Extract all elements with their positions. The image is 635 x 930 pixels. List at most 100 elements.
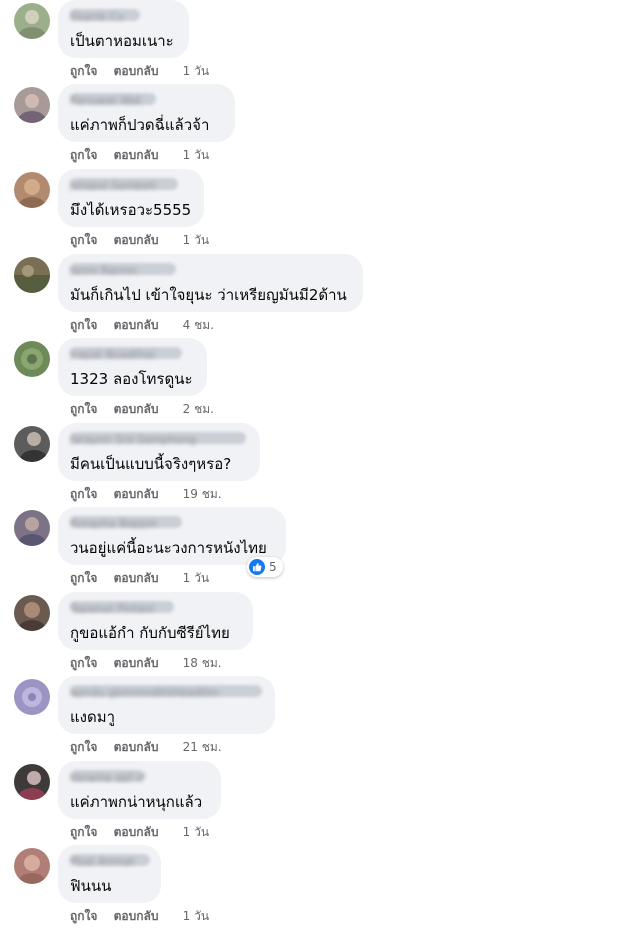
timestamp[interactable]: 4 ชม. bbox=[183, 316, 214, 334]
avatar[interactable] bbox=[14, 510, 50, 546]
avatar[interactable] bbox=[14, 426, 50, 462]
comment-actions: ถูกใจ ตอบกลับ 21 ชม. bbox=[70, 738, 222, 756]
comment-text: มึงได้เหรอวะ5555 bbox=[70, 201, 192, 219]
like-button[interactable]: ถูกใจ bbox=[70, 62, 97, 80]
comment-actions: ถูกใจ ตอบกลับ 1 วัน bbox=[70, 907, 209, 925]
avatar[interactable] bbox=[14, 87, 50, 123]
comment-text: กูขอแอ้กำ กับกับซีรีย์ไทย bbox=[70, 624, 230, 642]
avatar[interactable] bbox=[14, 848, 50, 884]
like-button[interactable]: ถูกใจ bbox=[70, 146, 97, 164]
comment-text: แค่ภาพกน่าหนุกแล้ว bbox=[70, 793, 203, 811]
comment-actions: ถูกใจ ตอบกลับ 1 วัน bbox=[70, 231, 209, 249]
comment-bubble: Janm Rarmn มันก็เกินไป เข้าใจยุนะ ว่าเหร… bbox=[58, 254, 363, 312]
timestamp[interactable]: 18 ชม. bbox=[183, 654, 222, 672]
comment-bubble: apndu gbmmndththbadthn แงดมาู bbox=[58, 676, 275, 734]
comment-item: Janm Rarmn มันก็เกินไป เข้าใจยุนะ ว่าเหร… bbox=[0, 254, 635, 338]
comment-text: 1323 ลองโทรดูนะ bbox=[70, 370, 193, 388]
timestamp[interactable]: 1 วัน bbox=[183, 907, 209, 925]
comment-text: เป็นตาหอมเนาะ bbox=[70, 32, 174, 50]
reply-button[interactable]: ตอบกลับ bbox=[114, 146, 159, 164]
timestamp[interactable]: 1 วัน bbox=[183, 146, 209, 164]
comment-bubble: Ekanik Cv เป็นตาหอมเนาะ bbox=[58, 0, 189, 58]
comment-text: มันก็เกินไป เข้าใจยุนะ ว่าเหรียญมันมี2ด้… bbox=[70, 286, 347, 304]
comment-item: Pbat Amnat ฟินนน ถูกใจ ตอบกลับ 1 วัน bbox=[0, 845, 635, 929]
timestamp[interactable]: 1 วัน bbox=[183, 62, 209, 80]
author-name-text: Panuwat Wat bbox=[70, 94, 142, 107]
timestamp[interactable]: 1 วัน bbox=[183, 231, 209, 249]
comment-actions: ถูกใจ ตอบกลับ 1 วัน bbox=[70, 823, 209, 841]
comment-item: Jetapol Somboh มึงได้เหรอวะ5555 ถูกใจ ตอ… bbox=[0, 169, 635, 253]
reply-button[interactable]: ตอบกลับ bbox=[114, 654, 159, 672]
comment-bubble: Panuwat Wat แค่ภาพก็ปวดฉี่แล้วจ้า bbox=[58, 84, 235, 142]
comment-bubble: Tapanut Pintavi กูขอแอ้กำ กับกับซีรีย์ไท… bbox=[58, 592, 253, 650]
comment-bubble: Jetapol Somboh มึงได้เหรอวะ5555 bbox=[58, 169, 204, 227]
timestamp[interactable]: 1 วัน bbox=[183, 823, 209, 841]
author-name-text: Rotapha Bapjon bbox=[70, 517, 158, 530]
avatar[interactable] bbox=[14, 172, 50, 208]
comment-text: แค่ภาพก็ปวดฉี่แล้วจ้า bbox=[70, 116, 210, 134]
reply-button[interactable]: ตอบกลับ bbox=[114, 823, 159, 841]
avatar[interactable] bbox=[14, 679, 50, 715]
like-button[interactable]: ถูกใจ bbox=[70, 738, 97, 756]
comment-text: วนอยู่แค่นี้อะนะวงการหนังไทย bbox=[70, 539, 267, 557]
timestamp[interactable]: 1 วัน bbox=[183, 569, 209, 587]
reply-button[interactable]: ตอบกลับ bbox=[114, 738, 159, 756]
comment-item: apndu gbmmndththbadthn แงดมาู ถูกใจ ตอบก… bbox=[0, 676, 635, 760]
comment-actions: ถูกใจ ตอบกลับ 1 วัน bbox=[70, 62, 209, 80]
comment-actions: ถูกใจ ตอบกลับ 2 ชม. bbox=[70, 400, 214, 418]
avatar[interactable] bbox=[14, 257, 50, 293]
reply-button[interactable]: ตอบกลับ bbox=[114, 907, 159, 925]
reply-button[interactable]: ตอบกลับ bbox=[114, 316, 159, 334]
timestamp[interactable]: 19 ชม. bbox=[183, 485, 222, 503]
author-name-text: Tapanut Pintavi bbox=[70, 602, 155, 615]
reply-button[interactable]: ตอบกลับ bbox=[114, 569, 159, 587]
comment-item: Ekanik Cv เป็นตาหอมเนาะ ถูกใจ ตอบกลับ 1 … bbox=[0, 0, 635, 84]
reaction-count[interactable]: 5 bbox=[247, 557, 283, 577]
avatar[interactable] bbox=[14, 3, 50, 39]
like-button[interactable]: ถูกใจ bbox=[70, 485, 97, 503]
comment-text: แงดมาู bbox=[70, 708, 116, 726]
reply-button[interactable]: ตอบกลับ bbox=[114, 231, 159, 249]
avatar[interactable] bbox=[14, 764, 50, 800]
comment-bubble: sbrama apf sf แค่ภาพกน่าหนุกแล้ว bbox=[58, 761, 221, 819]
like-button[interactable]: ถูกใจ bbox=[70, 907, 97, 925]
comment-actions: ถูกใจ ตอบกลับ 19 ชม. bbox=[70, 485, 222, 503]
comment-item: Tapanut Pintavi กูขอแอ้กำ กับกับซีรีย์ไท… bbox=[0, 592, 635, 676]
like-reaction-icon bbox=[249, 559, 265, 575]
like-button[interactable]: ถูกใจ bbox=[70, 569, 97, 587]
like-button[interactable]: ถูกใจ bbox=[70, 400, 97, 418]
reply-button[interactable]: ตอบกลับ bbox=[114, 485, 159, 503]
comment-bubble: Pbat Amnat ฟินนน bbox=[58, 845, 161, 903]
comment-actions: ถูกใจ ตอบกลับ 18 ชม. bbox=[70, 654, 222, 672]
like-button[interactable]: ถูกใจ bbox=[70, 316, 97, 334]
author-name-text: Jrapat Boadthai bbox=[70, 348, 156, 361]
avatar[interactable] bbox=[14, 341, 50, 377]
author-name-text: Jaraynn Srd Samphong bbox=[70, 433, 197, 446]
reply-button[interactable]: ตอบกลับ bbox=[114, 400, 159, 418]
comment-bubble: Jrapat Boadthai 1323 ลองโทรดูนะ bbox=[58, 338, 207, 396]
author-name-text: sbrama apf sf bbox=[70, 771, 146, 784]
author-name-text: Jetapol Somboh bbox=[70, 179, 157, 192]
comment-actions: ถูกใจ ตอบกลับ 1 วัน bbox=[70, 146, 209, 164]
like-button[interactable]: ถูกใจ bbox=[70, 231, 97, 249]
comment-item: sbrama apf sf แค่ภาพกน่าหนุกแล้ว ถูกใจ ต… bbox=[0, 761, 635, 845]
comment-item: Jrapat Boadthai 1323 ลองโทรดูนะ ถูกใจ ตอ… bbox=[0, 338, 635, 422]
reply-button[interactable]: ตอบกลับ bbox=[114, 62, 159, 80]
avatar[interactable] bbox=[14, 595, 50, 631]
author-name-text: Pbat Amnat bbox=[70, 855, 135, 868]
comment-item: Rotapha Bapjon วนอยู่แค่นี้อะนะวงการหนัง… bbox=[0, 507, 635, 591]
author-name-text: apndu gbmmndththbadthn bbox=[70, 686, 220, 699]
author-name-text: Janm Rarmn bbox=[70, 264, 138, 277]
comment-actions: ถูกใจ ตอบกลับ 4 ชม. bbox=[70, 316, 214, 334]
comment-text: มีคนเป็นแบบนี้จริงๆหรอ? bbox=[70, 455, 232, 473]
comment-bubble: Rotapha Bapjon วนอยู่แค่นี้อะนะวงการหนัง… bbox=[58, 507, 286, 565]
reaction-count-text: 5 bbox=[269, 560, 277, 574]
comment-item: Panuwat Wat แค่ภาพก็ปวดฉี่แล้วจ้า ถูกใจ … bbox=[0, 84, 635, 168]
comment-item: Jaraynn Srd Samphong มีคนเป็นแบบนี้จริงๆ… bbox=[0, 423, 635, 507]
like-button[interactable]: ถูกใจ bbox=[70, 654, 97, 672]
timestamp[interactable]: 21 ชม. bbox=[183, 738, 222, 756]
comment-text: ฟินนน bbox=[70, 877, 112, 895]
like-button[interactable]: ถูกใจ bbox=[70, 823, 97, 841]
timestamp[interactable]: 2 ชม. bbox=[183, 400, 214, 418]
comment-bubble: Jaraynn Srd Samphong มีคนเป็นแบบนี้จริงๆ… bbox=[58, 423, 260, 481]
